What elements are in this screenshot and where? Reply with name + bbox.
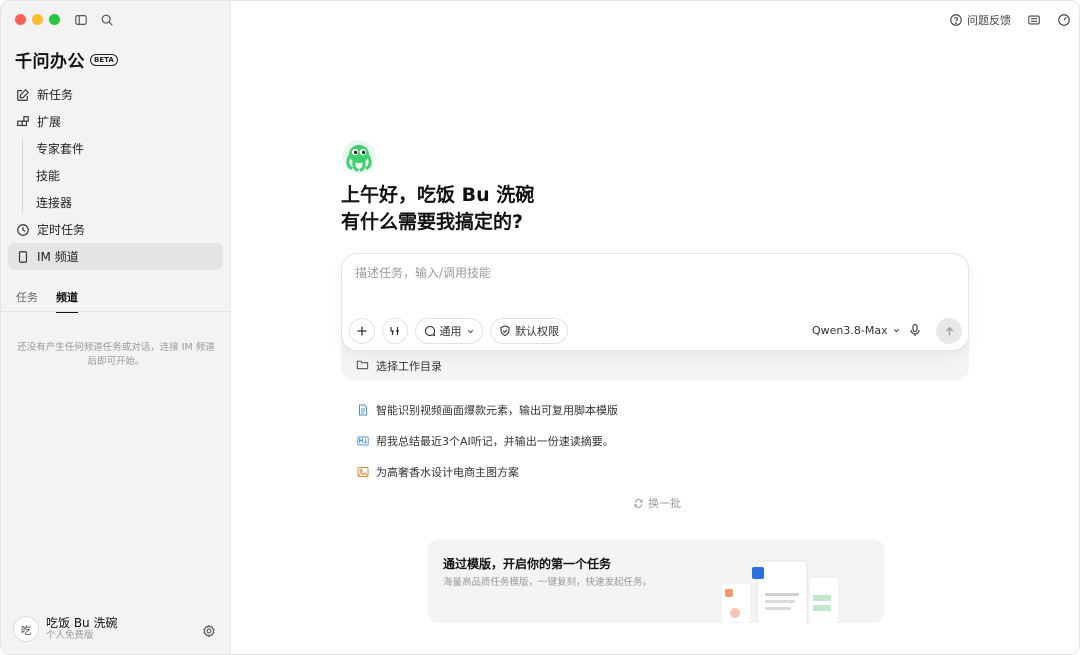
template-card-desc: 海量高品质任务模版，一键复刻，快速发起任务。 [443,577,653,588]
sidebar-item-label: 专家套件 [36,142,85,156]
sidebar: 千问办公 BETA 新任务 扩展 专家套件 技能 连接器 定时任务 IM 频道 … [1,1,231,654]
greeting-line-2: 有什么需要我搞定的? [341,211,524,233]
clock-icon [16,223,30,237]
template-card[interactable]: 通过模版，开启你的第一个任务 海量高品质任务模版，一键复刻，快速发起任务。 [427,539,885,623]
user-profile[interactable]: 吃 吃饭 Bu 洗碗 个人免费版 [13,616,117,642]
mascot-icon [342,140,376,174]
sidebar-item-label: 技能 [36,169,61,183]
model-label: Qwen3.8-Max [812,324,888,337]
permission-button[interactable]: 默认权限 [490,318,568,344]
tools-icon [390,327,399,335]
composer: 通用 默认权限 Qwen3.8-Max [341,253,969,351]
chevron-down-icon [893,329,899,333]
sidebar-nav: 新任务 扩展 专家套件 技能 连接器 定时任务 IM 频道 [8,81,223,270]
microphone-icon[interactable] [908,323,922,337]
close-window-button[interactable] [15,14,26,25]
arrow-up-icon [945,326,953,335]
chat-bubble-icon [424,325,435,337]
tools-button[interactable] [382,318,408,344]
app-name: 千问办公 [15,52,85,72]
refresh-icon [634,498,643,508]
markdown-icon [357,435,369,447]
feedback-label: 问题反馈 [967,14,1011,27]
tabs-divider [1,311,231,312]
keyboard-icon [1028,15,1040,25]
feedback-button[interactable]: 问题反馈 [949,12,1011,28]
avatar: 吃 [13,616,39,642]
folder-icon [356,360,369,370]
suggestion-item[interactable]: 帮我总结最近3个AI听记，并输出一份速读摘要。 [357,433,614,449]
extensions-icon [16,115,30,129]
suggestion-text: 智能识别视频画面爆款元素，输出可复用脚本模版 [376,404,618,417]
refresh-suggestions-button[interactable]: 换一批 [633,495,681,511]
greeting-line-1: 上午好，吃饭 Bu 洗碗 [341,184,535,206]
sidebar-tabs: 任务 频道 [16,289,78,313]
mode-select[interactable]: 通用 [415,318,483,344]
phone-icon [16,250,30,264]
image-icon [357,466,369,478]
app-window: 千问办公 BETA 新任务 扩展 专家套件 技能 连接器 定时任务 IM 频道 … [0,0,1080,655]
maximize-window-button[interactable] [49,14,60,25]
sidebar-item-label: 连接器 [36,196,73,210]
extensions-subgroup: 专家套件 技能 连接器 [8,135,223,216]
sidebar-item-label: 新任务 [37,88,74,102]
sidebar-item-skills[interactable]: 技能 [8,162,223,189]
window-controls [15,14,60,25]
model-select[interactable]: Qwen3.8-Max [812,324,901,337]
plus-icon [357,326,367,336]
sidebar-item-connectors[interactable]: 连接器 [8,189,223,216]
suggestion-text: 帮我总结最近3个AI听记，并输出一份速读摘要。 [376,435,614,448]
keyboard-button[interactable] [1027,13,1041,27]
tab-tasks[interactable]: 任务 [16,289,38,313]
template-illustration [720,560,840,623]
main-panel: 问题反馈 上午好，吃饭 Bu 洗碗 有什么需要我搞定的? 描述任务，输入/调用技… [231,1,1079,654]
sidebar-item-label: IM 频道 [37,250,79,264]
sidebar-item-extensions[interactable]: 扩展 [8,108,223,135]
sidebar-item-new-task[interactable]: 新任务 [8,81,223,108]
suggestion-item[interactable]: 为高奢香水设计电商主图方案 [357,464,519,480]
document-icon [357,404,369,416]
minimize-window-button[interactable] [32,14,43,25]
gauge-icon [1058,14,1070,26]
refresh-label: 换一批 [648,497,681,510]
greeting: 上午好，吃饭 Bu 洗碗 有什么需要我搞定的? [341,182,534,236]
brand: 千问办公 BETA [15,47,118,72]
task-input[interactable] [355,266,945,280]
tab-channels[interactable]: 频道 [56,289,78,313]
add-attachment-button[interactable] [349,318,375,344]
sidebar-toggle-icon[interactable] [74,12,90,28]
search-icon[interactable] [100,12,116,28]
sidebar-item-expert-suite[interactable]: 专家套件 [8,135,223,162]
beta-badge: BETA [90,53,118,66]
user-plan: 个人免费版 [46,630,94,641]
permission-label: 默认权限 [515,325,559,338]
sidebar-item-label: 扩展 [37,115,62,129]
edit-icon [16,88,30,102]
mode-label: 通用 [439,325,462,338]
sidebar-item-scheduled-tasks[interactable]: 定时任务 [8,216,223,243]
empty-channel-hint: 还没有产生任何频道任务或对话，连接 IM 频道后即可开始。 [17,342,215,367]
workdir-label: 选择工作目录 [376,360,442,373]
suggestion-item[interactable]: 智能识别视频画面爆款元素，输出可复用脚本模版 [357,402,618,418]
speed-button[interactable] [1057,13,1071,27]
user-name: 吃饭 Bu 洗碗 [46,616,118,630]
header-actions: 问题反馈 [949,12,1071,28]
sidebar-item-im-channel[interactable]: IM 频道 [8,243,223,270]
gear-icon[interactable] [202,623,216,638]
chevron-down-icon [467,329,473,333]
sidebar-item-label: 定时任务 [37,223,86,237]
send-button[interactable] [936,318,962,344]
suggestion-text: 为高奢香水设计电商主图方案 [376,466,519,479]
shield-icon [500,325,510,337]
template-card-title: 通过模版，开启你的第一个任务 [443,557,612,571]
help-circle-icon [950,14,962,26]
